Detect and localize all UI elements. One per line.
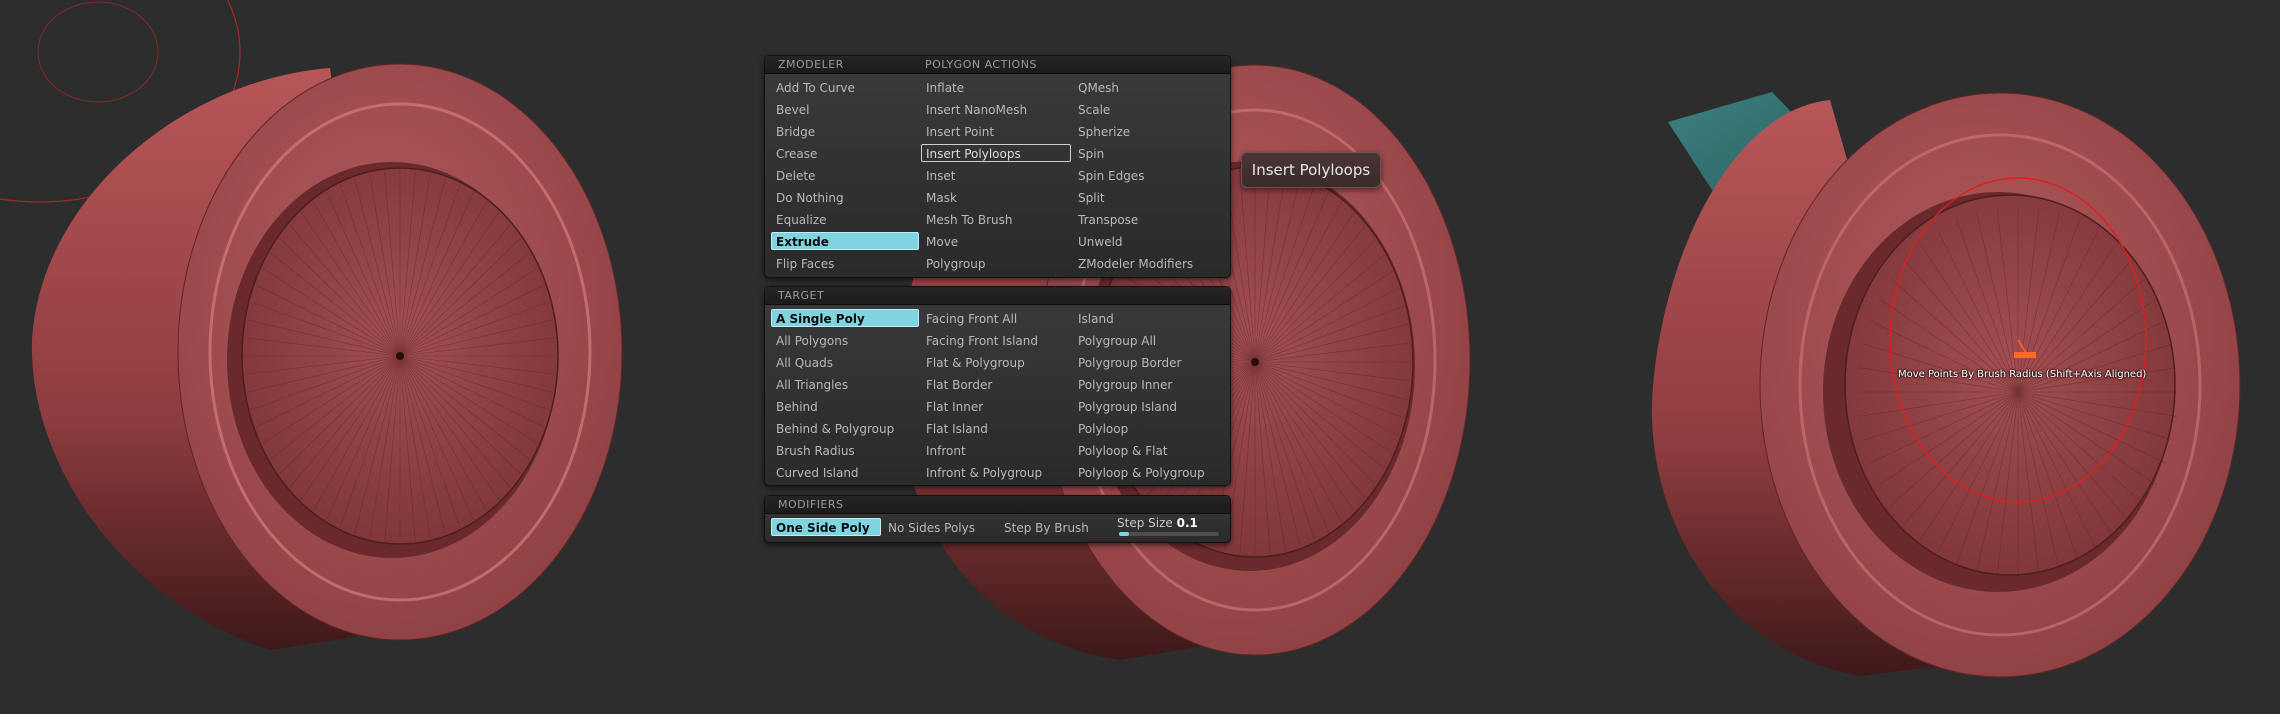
target-polygroup-inner[interactable]: Polygroup Inner bbox=[1073, 375, 1223, 393]
target-polyloop-and-flat[interactable]: Polyloop & Flat bbox=[1073, 441, 1223, 459]
left-center-pole bbox=[396, 352, 404, 360]
left-mesh[interactable] bbox=[0, 0, 623, 650]
target-header: TARGET bbox=[765, 287, 1230, 305]
polygon-actions-header: ZMODELER POLYGON ACTIONS bbox=[765, 56, 1230, 74]
action-transpose[interactable]: Transpose bbox=[1073, 210, 1223, 228]
target-flat-border[interactable]: Flat Border bbox=[921, 375, 1071, 393]
action-unweld[interactable]: Unweld bbox=[1073, 232, 1223, 250]
action-insert-point[interactable]: Insert Point bbox=[921, 122, 1071, 140]
target-flat-and-polygroup[interactable]: Flat & Polygroup bbox=[921, 353, 1071, 371]
brush-cursor-marker bbox=[2014, 352, 2036, 358]
action-polygroup[interactable]: Polygroup bbox=[921, 254, 1071, 272]
modifiers-title: MODIFIERS bbox=[778, 498, 844, 511]
action-spin-edges[interactable]: Spin Edges bbox=[1073, 166, 1223, 184]
action-spherize[interactable]: Spherize bbox=[1073, 122, 1223, 140]
target-behind[interactable]: Behind bbox=[771, 397, 919, 415]
right-mesh[interactable] bbox=[1651, 92, 2241, 678]
brush-action-label: Move Points By Brush Radius (Shift+Axis … bbox=[1898, 369, 2147, 380]
action-crease[interactable]: Crease bbox=[771, 144, 919, 162]
action-zmodeler-modifiers[interactable]: ZModeler Modifiers bbox=[1073, 254, 1223, 272]
action-mesh-to-brush[interactable]: Mesh To Brush bbox=[921, 210, 1071, 228]
step-size-label: Step Size 0.1 bbox=[1117, 516, 1198, 530]
action-insert-polyloops[interactable]: Insert Polyloops bbox=[921, 144, 1071, 162]
target-all-polygons[interactable]: All Polygons bbox=[771, 331, 919, 349]
polygon-actions-panel: ZMODELER POLYGON ACTIONS Add To Curve Inf… bbox=[764, 55, 1231, 278]
action-add-to-curve[interactable]: Add To Curve bbox=[771, 78, 919, 96]
action-split[interactable]: Split bbox=[1073, 188, 1223, 206]
action-spin[interactable]: Spin bbox=[1073, 144, 1223, 162]
action-move[interactable]: Move bbox=[921, 232, 1071, 250]
modifier-no-sides-polys[interactable]: No Sides Polys bbox=[883, 518, 995, 536]
action-inset[interactable]: Inset bbox=[921, 166, 1071, 184]
center-center-pole bbox=[1251, 358, 1259, 366]
action-bevel[interactable]: Bevel bbox=[771, 100, 919, 118]
target-polygroup-island[interactable]: Polygroup Island bbox=[1073, 397, 1223, 415]
action-flip-faces[interactable]: Flip Faces bbox=[771, 254, 919, 272]
zmodeler-title: ZMODELER bbox=[778, 58, 844, 71]
action-scale[interactable]: Scale bbox=[1073, 100, 1223, 118]
step-size-text: Step Size bbox=[1117, 516, 1173, 530]
action-extrude[interactable]: Extrude bbox=[771, 232, 919, 250]
target-infront-and-polygroup[interactable]: Infront & Polygroup bbox=[921, 463, 1071, 481]
target-infront[interactable]: Infront bbox=[921, 441, 1071, 459]
step-size-slider-fill bbox=[1119, 532, 1129, 536]
action-bridge[interactable]: Bridge bbox=[771, 122, 919, 140]
action-mask[interactable]: Mask bbox=[921, 188, 1071, 206]
target-all-quads[interactable]: All Quads bbox=[771, 353, 919, 371]
modifiers-panel: MODIFIERS One Side Poly No Sides Polys Ste… bbox=[764, 495, 1231, 543]
target-facing-front-all[interactable]: Facing Front All bbox=[921, 309, 1071, 327]
target-panel: TARGET A Single Poly Facing Front All Isla… bbox=[764, 286, 1231, 486]
action-equalize[interactable]: Equalize bbox=[771, 210, 919, 228]
polygon-actions-title: POLYGON ACTIONS bbox=[925, 58, 1037, 71]
target-island[interactable]: Island bbox=[1073, 309, 1223, 327]
target-title: TARGET bbox=[778, 289, 825, 302]
target-behind-and-polygroup[interactable]: Behind & Polygroup bbox=[771, 419, 919, 437]
insert-polyloops-tooltip: Insert Polyloops bbox=[1241, 152, 1381, 188]
action-do-nothing[interactable]: Do Nothing bbox=[771, 188, 919, 206]
target-brush-radius[interactable]: Brush Radius bbox=[771, 441, 919, 459]
step-size-slider[interactable] bbox=[1119, 532, 1219, 536]
modifier-step-by-brush[interactable]: Step By Brush bbox=[999, 518, 1109, 536]
target-polygroup-border[interactable]: Polygroup Border bbox=[1073, 353, 1223, 371]
target-a-single-poly[interactable]: A Single Poly bbox=[771, 309, 919, 327]
action-inflate[interactable]: Inflate bbox=[921, 78, 1071, 96]
action-insert-nanomesh[interactable]: Insert NanoMesh bbox=[921, 100, 1071, 118]
target-polyloop[interactable]: Polyloop bbox=[1073, 419, 1223, 437]
target-polygroup-all[interactable]: Polygroup All bbox=[1073, 331, 1223, 349]
target-flat-inner[interactable]: Flat Inner bbox=[921, 397, 1071, 415]
action-qmesh[interactable]: QMesh bbox=[1073, 78, 1223, 96]
modifiers-header: MODIFIERS bbox=[765, 496, 1230, 514]
target-all-triangles[interactable]: All Triangles bbox=[771, 375, 919, 393]
target-flat-island[interactable]: Flat Island bbox=[921, 419, 1071, 437]
target-facing-front-island[interactable]: Facing Front Island bbox=[921, 331, 1071, 349]
target-curved-island[interactable]: Curved Island bbox=[771, 463, 919, 481]
target-polyloop-and-polygroup[interactable]: Polyloop & Polygroup bbox=[1073, 463, 1223, 481]
action-delete[interactable]: Delete bbox=[771, 166, 919, 184]
step-size-value: 0.1 bbox=[1176, 516, 1198, 530]
modifier-one-side-poly[interactable]: One Side Poly bbox=[771, 518, 881, 536]
brush-inner-circle-left bbox=[37, 1, 159, 103]
